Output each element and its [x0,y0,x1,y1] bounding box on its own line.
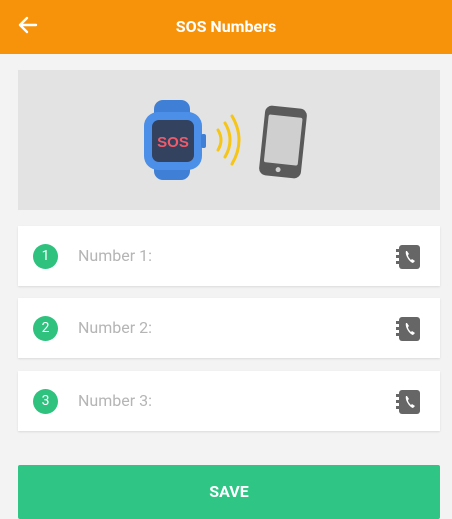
mobile-phone-icon [259,105,307,179]
sos-illustration-banner: SOS [18,70,440,210]
sos-number-3-input[interactable] [78,371,378,431]
number-index-badge: 3 [33,389,58,414]
page-title: SOS Numbers [175,17,277,36]
sos-number-1-input[interactable] [78,226,378,286]
sos-number-2-input[interactable] [78,298,378,358]
contact-book-icon[interactable] [396,316,422,342]
top-bar: SOS Numbers [0,0,452,54]
number-index-badge: 1 [33,244,58,269]
number-index-badge: 2 [33,316,58,341]
save-button[interactable]: SAVE [18,465,440,519]
contact-book-icon[interactable] [396,244,422,270]
contact-book-icon[interactable] [396,389,422,415]
signal-waves-icon [216,114,241,166]
watch-sos-label: SOS [157,134,189,151]
sos-number-row-1: 1 [18,226,440,286]
smartwatch-icon: SOS [144,100,206,180]
sos-number-row-3: 3 [18,371,440,431]
sos-number-row-2: 2 [18,298,440,358]
watch-phone-illustration: SOS [144,100,307,180]
